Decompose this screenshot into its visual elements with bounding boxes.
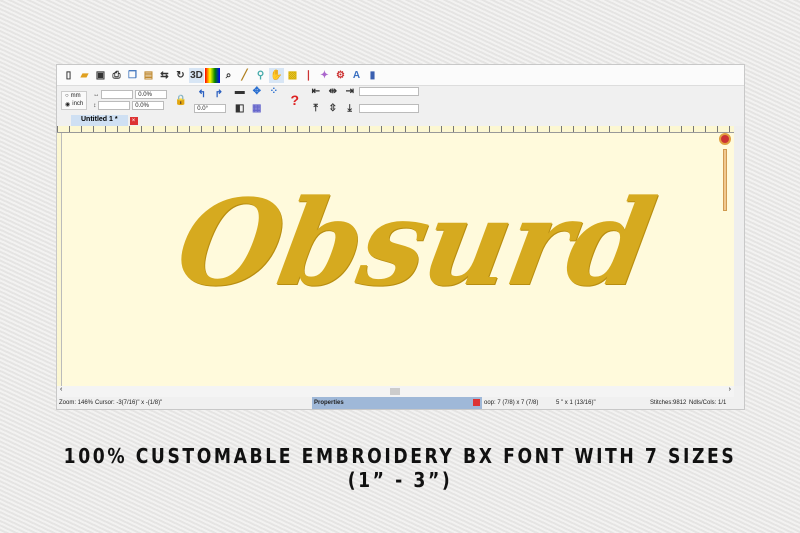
inch-label: inch: [72, 101, 84, 107]
distribute-icon[interactable]: ⁘: [266, 84, 281, 99]
width-icon: ↔: [93, 91, 100, 98]
open-icon[interactable]: ▰: [77, 68, 92, 83]
measure-icon[interactable]: ╱: [237, 68, 252, 83]
thread-icon[interactable]: ❘: [301, 68, 316, 83]
properties-panel-header[interactable]: Properties: [312, 397, 482, 409]
close-properties-icon[interactable]: [473, 399, 480, 406]
color-icon[interactable]: [205, 67, 220, 83]
stitches-status: Stitches:9812: [650, 400, 687, 406]
mm-label: mm: [70, 92, 81, 99]
zoom-status: Zoom: 146%: [59, 400, 94, 406]
stitch-icon[interactable]: ⚲: [253, 68, 268, 83]
help-icon[interactable]: ?: [287, 89, 302, 111]
rotate-right-icon[interactable]: ↱: [211, 87, 226, 102]
vertical-scrollbar[interactable]: [734, 126, 744, 386]
mirror-icon[interactable]: ⇆: [157, 68, 172, 83]
angle-input[interactable]: 0.0°: [194, 104, 227, 113]
new-icon[interactable]: ▯: [61, 68, 76, 83]
horizontal-scrollbar[interactable]: ‹ ›: [57, 386, 734, 397]
save-icon[interactable]: ▣: [93, 68, 108, 83]
hoop-status: oop: 7 (7/8) x 7 (7/8): [484, 400, 539, 406]
height-input[interactable]: [98, 101, 131, 110]
height-icon: ↕: [93, 102, 97, 109]
needles-status: Ndls/Cols: 1/1: [689, 400, 727, 406]
radio-mm[interactable]: ○: [65, 93, 69, 99]
status-bar: Zoom: 146% Cursor: -3(7/16)" x -(1/8)" P…: [57, 397, 744, 409]
print-icon[interactable]: ⎙: [109, 68, 124, 83]
hand-icon[interactable]: ✋: [269, 67, 284, 83]
design-size-status: 5 " x 1 (13/16)": [556, 400, 596, 406]
space-left-icon[interactable]: ⇤: [308, 84, 323, 99]
rotate-icon[interactable]: ↻: [173, 68, 188, 83]
zoom-slider[interactable]: [723, 149, 727, 211]
settings-icon[interactable]: ⚙: [333, 68, 348, 83]
main-toolbar: ▯ ▰ ▣ ⎙ ❐ ▤ ⇆ ↻ 3D ⌕ ╱ ⚲ ✋ ▩ ❘ ✦ ⚙ A ▮: [57, 65, 744, 86]
compass-icon[interactable]: [719, 133, 731, 145]
cursor-status: Cursor: -3(7/16)" x -(1/8)": [95, 400, 163, 406]
copy-icon[interactable]: ❐: [125, 68, 140, 83]
embroidery-design-text[interactable]: Obsurd: [168, 173, 663, 312]
image-icon[interactable]: ▩: [285, 68, 300, 83]
3d-icon[interactable]: 3D: [189, 67, 204, 83]
lock-icon[interactable]: 🔒: [173, 93, 188, 108]
scroll-thumb[interactable]: [390, 388, 400, 395]
tab-untitled[interactable]: Untitled 1 *: [71, 115, 128, 126]
design-canvas[interactable]: Obsurd: [62, 133, 734, 386]
embroidery-app-window: ▯ ▰ ▣ ⎙ ❐ ▤ ⇆ ↻ 3D ⌕ ╱ ⚲ ✋ ▩ ❘ ✦ ⚙ A ▮ ○…: [56, 64, 745, 410]
spacing-v-input[interactable]: [359, 104, 420, 113]
properties-title: Properties: [314, 400, 344, 406]
space-center-icon[interactable]: ⇹: [325, 84, 340, 99]
scroll-left-icon[interactable]: ‹: [60, 386, 62, 393]
space-right-icon[interactable]: ⇥: [342, 84, 357, 99]
align-icon[interactable]: ▬: [232, 84, 247, 99]
text-icon[interactable]: A: [349, 68, 364, 83]
pattern-icon[interactable]: ✦: [317, 68, 332, 83]
export-icon[interactable]: ▮: [365, 68, 380, 83]
width-percent-input[interactable]: 0.0%: [135, 90, 168, 99]
height-percent-input[interactable]: 0.0%: [132, 101, 165, 110]
rotate-left-icon[interactable]: ↰: [194, 87, 209, 102]
scroll-right-icon[interactable]: ›: [729, 386, 731, 393]
properties-toolbar: ○ mm ◉ inch ↔ 0.0% ↕ 0.0% 🔒 ↰ ↱ 0.0° ▬ ✥ ⁘ ◧ ▦ ?…: [57, 86, 744, 114]
caption: 100% CUSTOMABLE EMBROIDERY BX FONT WITH …: [63, 444, 737, 492]
close-tab-icon[interactable]: ×: [129, 117, 138, 125]
width-input[interactable]: [101, 90, 134, 99]
paste-icon[interactable]: ▤: [141, 68, 156, 83]
document-tabs: Untitled 1 * ×: [57, 114, 744, 126]
radio-inch[interactable]: ◉: [65, 101, 70, 108]
spacing-h-input[interactable]: [359, 87, 420, 96]
horizontal-ruler: [57, 126, 734, 133]
center-icon[interactable]: ✥: [249, 84, 264, 99]
zoom-icon[interactable]: ⌕: [221, 68, 236, 83]
